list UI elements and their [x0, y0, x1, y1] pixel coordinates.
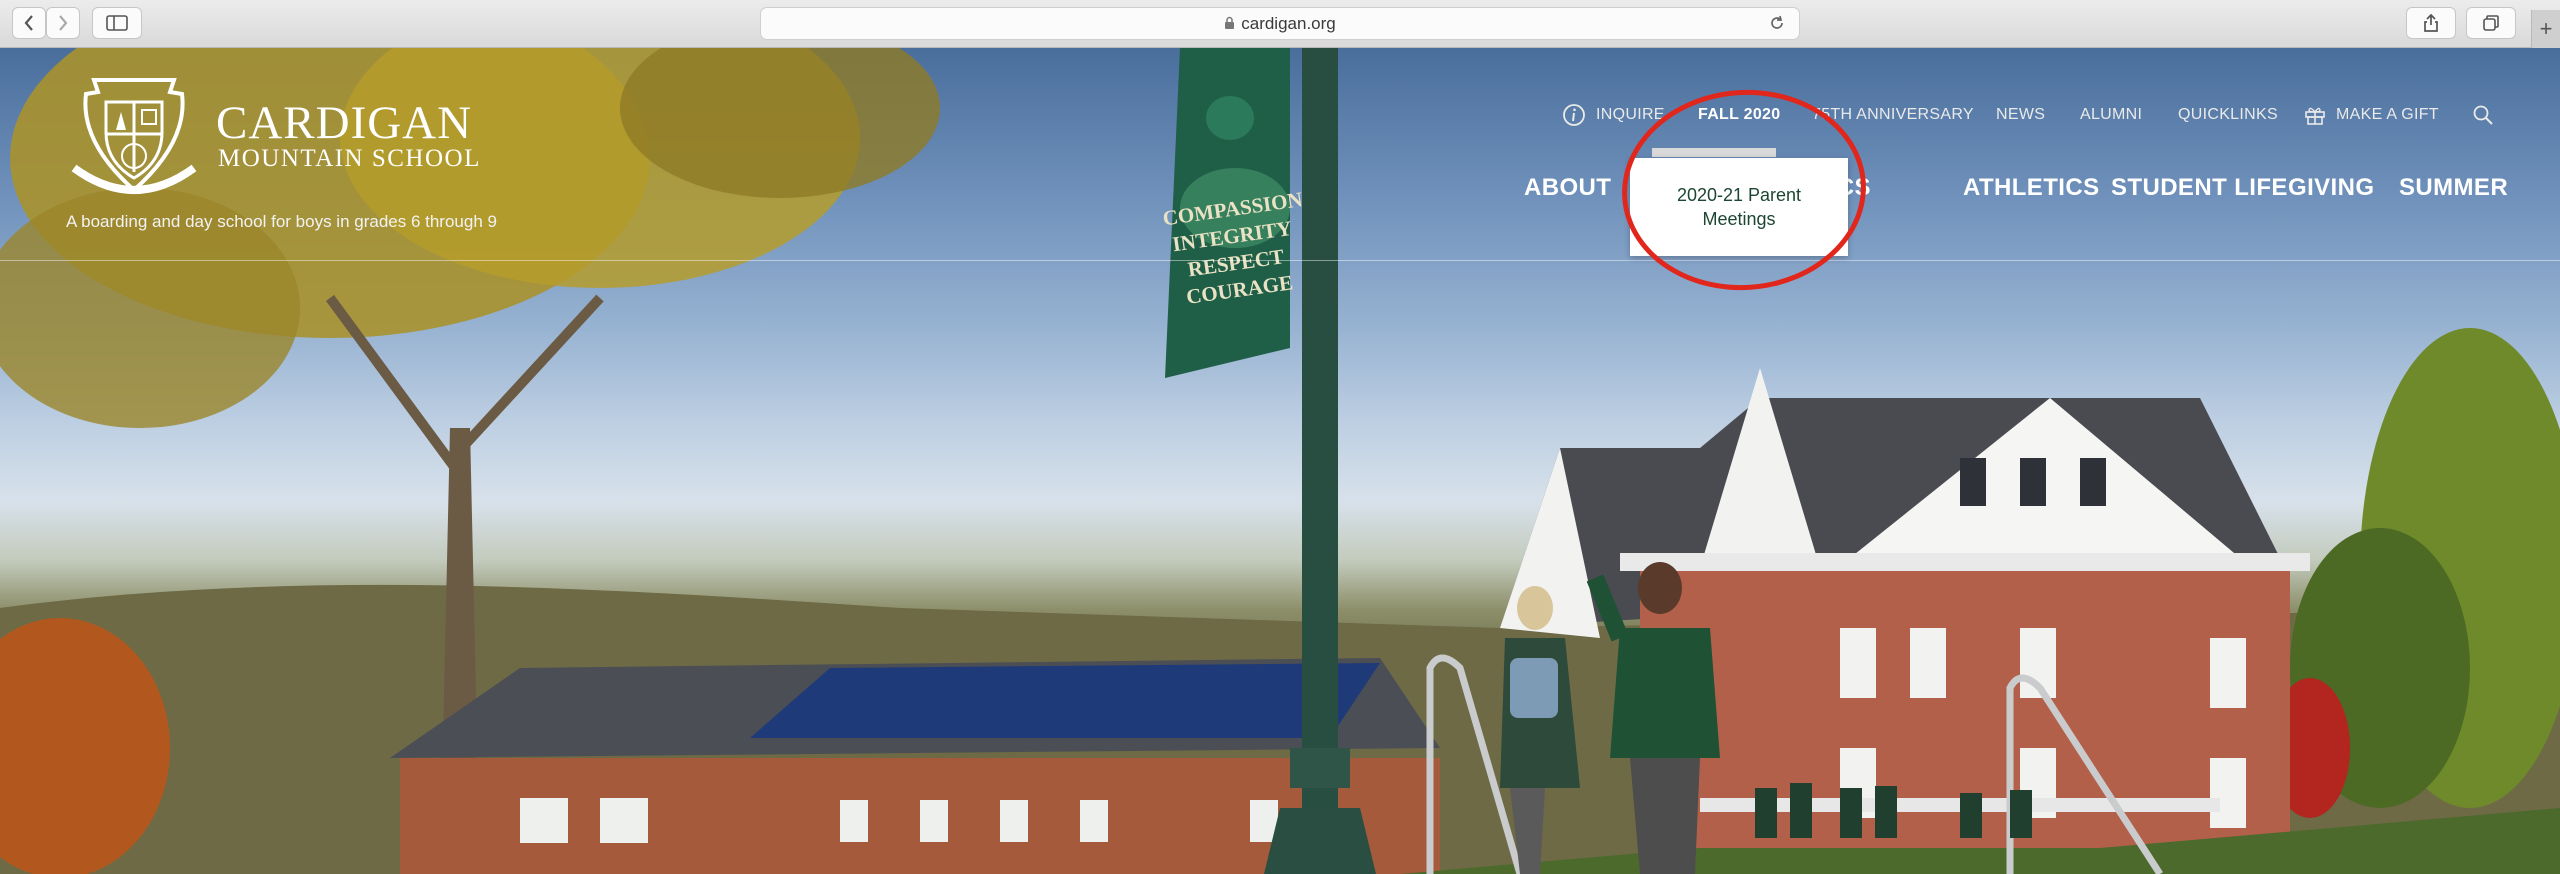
utility-label: NEWS [1996, 106, 2046, 123]
lock-icon [1225, 16, 1235, 29]
gift-icon [2305, 107, 2325, 125]
school-crest-logo[interactable] [66, 72, 202, 202]
nav-item-summer[interactable]: SUMMER [2399, 174, 2508, 202]
utility-label: INQUIRE [1596, 106, 1665, 123]
nav-item-athletics[interactable]: ATHLETICS [1963, 174, 2099, 202]
new-tab-button[interactable]: + [2531, 10, 2560, 48]
url-text: cardigan.org [1241, 14, 1336, 33]
share-button[interactable] [2406, 7, 2456, 39]
utility-link-make-a-gift[interactable]: MAKE A GIFT [2304, 104, 2439, 126]
header-divider [0, 260, 2560, 261]
search-button[interactable] [2472, 104, 2494, 126]
search-icon [2473, 105, 2493, 125]
site-tagline: A boarding and day school for boys in gr… [66, 212, 497, 231]
utility-label: ALUMNI [2080, 106, 2143, 123]
utility-label: QUICKLINKS [2178, 106, 2278, 123]
sidebar-toggle-button[interactable] [92, 7, 142, 39]
share-icon [2424, 13, 2438, 32]
utility-link-inquire[interactable]: INQUIRE [1562, 104, 1665, 126]
site-name[interactable]: CARDIGAN [216, 100, 472, 147]
site-subtitle[interactable]: MOUNTAIN SCHOOL [218, 146, 481, 171]
utility-link-quicklinks[interactable]: QUICKLINKS [2178, 104, 2278, 126]
sidebar-icon [106, 15, 128, 31]
back-button[interactable] [12, 7, 46, 39]
tabs-icon [2483, 15, 2499, 31]
utility-label: MAKE A GIFT [2336, 106, 2439, 123]
nav-item-student-life[interactable]: STUDENT LIFE [2111, 174, 2288, 202]
chevron-right-icon [59, 15, 68, 31]
nav-item-giving[interactable]: GIVING [2288, 174, 2374, 202]
nav-item-about[interactable]: ABOUT [1524, 174, 1611, 202]
chevron-left-icon [24, 15, 33, 31]
utility-link-news[interactable]: NEWS [1996, 104, 2045, 126]
banner-text: COMPASSION INTEGRITY RESPECT COURAGE [1161, 187, 1305, 309]
forward-button[interactable] [46, 7, 80, 39]
tabs-overview-button[interactable] [2466, 7, 2516, 39]
utility-label: 75TH ANNIVERSARY [1812, 106, 1974, 123]
utility-link-alumni[interactable]: ALUMNI [2080, 104, 2142, 126]
address-bar[interactable]: cardigan.org [760, 7, 1800, 40]
info-icon [1563, 104, 1585, 126]
browser-toolbar: cardigan.org + [0, 0, 2560, 48]
reload-icon[interactable] [1767, 13, 1787, 33]
